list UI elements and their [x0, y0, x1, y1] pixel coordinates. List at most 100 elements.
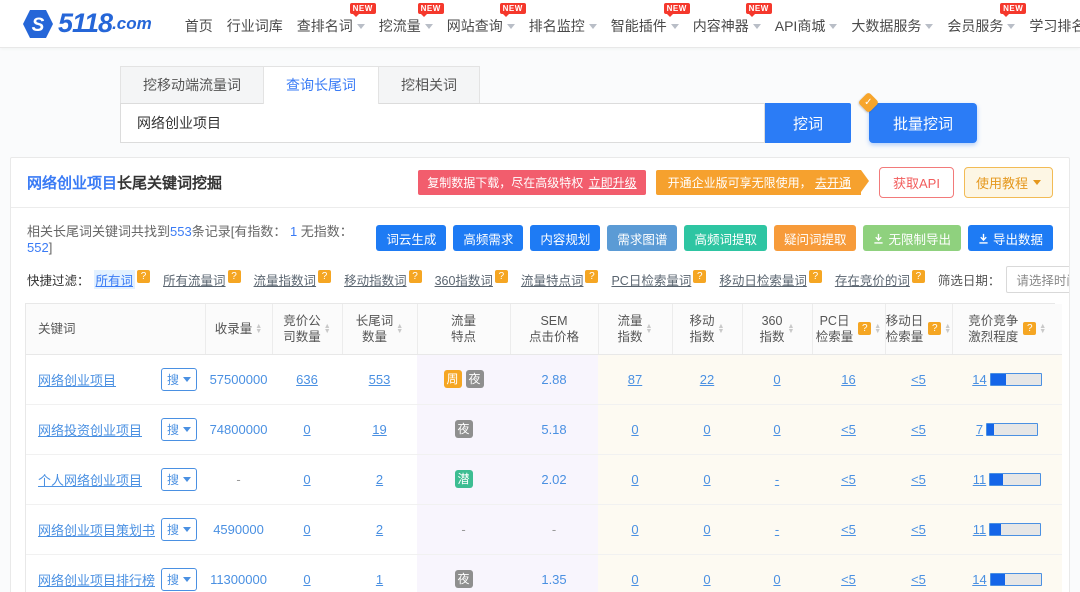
nav-item[interactable]: NEW学习排名: [1022, 2, 1080, 46]
open-enterprise-link[interactable]: 去开通: [815, 176, 851, 190]
tutorial-button[interactable]: 使用教程: [964, 167, 1053, 198]
nav-item[interactable]: NEW查排名词: [290, 2, 372, 46]
nav-item[interactable]: 排名监控: [522, 2, 604, 46]
keyword-link[interactable]: 网络投资创业项目: [38, 420, 142, 439]
mobile-index-link[interactable]: 0: [703, 422, 710, 437]
keyword-input[interactable]: [120, 103, 765, 143]
filter-link[interactable]: 所有词?: [94, 270, 151, 289]
help-icon[interactable]: ?: [1023, 322, 1036, 335]
action-button[interactable]: 无限制导出: [863, 225, 961, 251]
competition-link[interactable]: 11: [973, 472, 987, 487]
batch-dig-button[interactable]: 批量挖词: [869, 103, 977, 143]
column-header[interactable]: 竞价竞争激烈程度?▲▼: [952, 304, 1062, 354]
longtail-count-link[interactable]: 2: [376, 522, 383, 537]
tab[interactable]: 挖相关词: [378, 66, 480, 103]
column-header[interactable]: 收录量▲▼: [205, 304, 272, 354]
help-icon[interactable]: ?: [693, 270, 706, 283]
traffic-index-link[interactable]: 0: [631, 422, 638, 437]
nav-item[interactable]: NEW内容神器: [686, 2, 768, 46]
search-dropdown-button[interactable]: 搜: [161, 368, 197, 391]
help-icon[interactable]: ?: [809, 270, 822, 283]
nav-item[interactable]: 首页: [178, 2, 220, 46]
help-icon[interactable]: ?: [409, 270, 422, 283]
competition-link[interactable]: 14: [972, 572, 986, 587]
filter-link[interactable]: 存在竞价的词?: [835, 270, 925, 289]
nav-item[interactable]: NEW挖流量: [372, 2, 440, 46]
nav-item[interactable]: NEW网站查询: [440, 2, 522, 46]
upgrade-link[interactable]: 立即升级: [589, 176, 637, 190]
longtail-count-link[interactable]: 2: [376, 472, 383, 487]
pc-daily-link[interactable]: 16: [841, 372, 855, 387]
search-dropdown-button[interactable]: 搜: [161, 518, 197, 541]
help-icon[interactable]: ?: [928, 322, 941, 335]
date-select[interactable]: 请选择时间点: [1006, 266, 1070, 293]
mobile-index-link[interactable]: 22: [700, 372, 714, 387]
tab[interactable]: 挖移动端流量词: [120, 66, 264, 103]
filter-link[interactable]: 流量指数词?: [254, 270, 332, 289]
keyword-link[interactable]: 网络创业项目策划书: [38, 520, 155, 539]
column-header[interactable]: 流量指数▲▼: [598, 304, 672, 354]
keyword-link[interactable]: 网络创业项目排行榜: [38, 570, 155, 589]
bid-companies-link[interactable]: 636: [296, 372, 318, 387]
action-button[interactable]: 高频需求: [453, 225, 523, 251]
pc-daily-link[interactable]: <5: [841, 572, 856, 587]
search-dropdown-button[interactable]: 搜: [161, 468, 197, 491]
nav-item[interactable]: 大数据服务: [844, 2, 940, 46]
column-header[interactable]: 360指数▲▼: [742, 304, 812, 354]
traffic-index-link[interactable]: 0: [631, 522, 638, 537]
nav-item[interactable]: NEW智能插件: [604, 2, 686, 46]
bid-companies-link[interactable]: 0: [303, 422, 310, 437]
index-360-link[interactable]: 0: [773, 422, 780, 437]
traffic-index-link[interactable]: 87: [628, 372, 642, 387]
filter-link[interactable]: PC日检索量词?: [611, 270, 706, 289]
filter-link[interactable]: 移动指数词?: [344, 270, 422, 289]
help-icon[interactable]: ?: [858, 322, 871, 335]
tab[interactable]: 查询长尾词: [263, 66, 379, 104]
sort-icon[interactable]: ▲▼: [718, 324, 725, 334]
sort-icon[interactable]: ▲▼: [944, 324, 951, 334]
competition-link[interactable]: 14: [972, 372, 986, 387]
mobile-daily-link[interactable]: <5: [911, 372, 926, 387]
keyword-link[interactable]: 个人网络创业项目: [38, 470, 142, 489]
competition-link[interactable]: 7: [976, 422, 983, 437]
nav-item[interactable]: API商城: [768, 2, 845, 46]
mobile-daily-link[interactable]: <5: [911, 422, 926, 437]
help-icon[interactable]: ?: [495, 270, 508, 283]
column-header[interactable]: 移动日检索量?▲▼: [885, 304, 952, 354]
enterprise-promo-banner[interactable]: 开通企业版可享无限使用， 去开通: [656, 170, 861, 195]
mobile-index-link[interactable]: 0: [703, 572, 710, 587]
sort-icon[interactable]: ▲▼: [324, 324, 331, 334]
longtail-count-link[interactable]: 19: [372, 422, 386, 437]
traffic-index-link[interactable]: 0: [631, 572, 638, 587]
pc-daily-link[interactable]: <5: [841, 422, 856, 437]
bid-companies-link[interactable]: 0: [303, 472, 310, 487]
search-dropdown-button[interactable]: 搜: [161, 418, 197, 441]
pc-daily-link[interactable]: <5: [841, 472, 856, 487]
mobile-daily-link[interactable]: <5: [911, 572, 926, 587]
sort-icon[interactable]: ▲▼: [874, 324, 881, 334]
site-logo[interactable]: S 5118 .com: [22, 8, 152, 40]
nav-item[interactable]: NEW会员服务: [940, 2, 1022, 46]
filter-link[interactable]: 所有流量词?: [163, 270, 241, 289]
column-header[interactable]: 移动指数▲▼: [672, 304, 742, 354]
longtail-count-link[interactable]: 1: [376, 572, 383, 587]
index-360-link[interactable]: 0: [773, 372, 780, 387]
index-360-link[interactable]: -: [775, 522, 779, 537]
action-button[interactable]: 高频词提取: [684, 225, 767, 251]
filter-link[interactable]: 移动日检索量词?: [719, 270, 822, 289]
mobile-daily-link[interactable]: <5: [911, 472, 926, 487]
get-api-button[interactable]: 获取API: [879, 167, 954, 198]
sort-icon[interactable]: ▲▼: [1039, 324, 1046, 334]
action-button[interactable]: 疑问词提取: [774, 225, 857, 251]
action-button[interactable]: 导出数据: [968, 225, 1053, 251]
help-icon[interactable]: ?: [228, 270, 241, 283]
traffic-index-link[interactable]: 0: [631, 472, 638, 487]
help-icon[interactable]: ?: [912, 270, 925, 283]
action-button[interactable]: 需求图谱: [607, 225, 677, 251]
mobile-index-link[interactable]: 0: [703, 522, 710, 537]
help-icon[interactable]: ?: [318, 270, 331, 283]
sort-icon[interactable]: ▲▼: [646, 324, 653, 334]
help-icon[interactable]: ?: [585, 270, 598, 283]
upgrade-promo-banner[interactable]: 复制数据下载，尽在高级特权 立即升级: [418, 170, 645, 195]
index-360-link[interactable]: 0: [773, 572, 780, 587]
